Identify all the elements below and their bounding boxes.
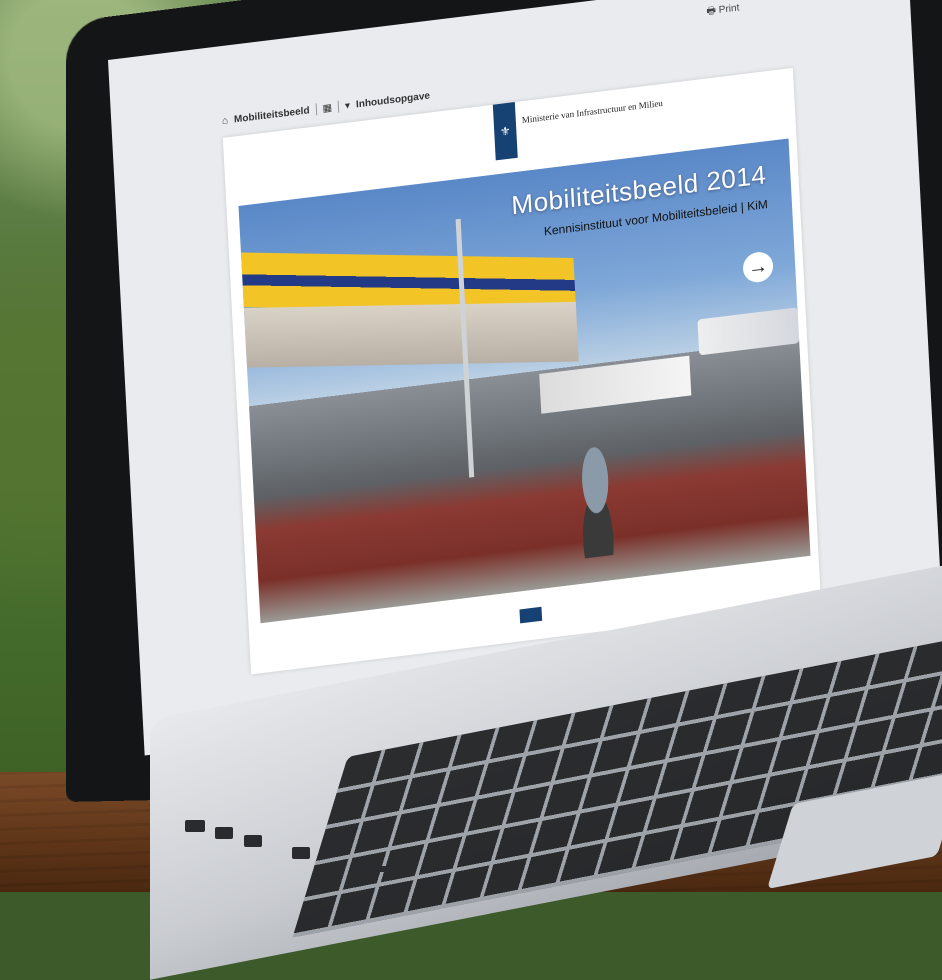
bus bbox=[697, 307, 800, 356]
ministry-name: Ministerie van Infrastructuur en Milieu bbox=[521, 97, 664, 126]
viaduct bbox=[243, 301, 579, 368]
divider bbox=[337, 100, 340, 113]
home-link[interactable]: Mobiliteitsbeeld bbox=[234, 105, 310, 125]
page-canvas: ⚜ Ministerie van Infrastructuur en Milie… bbox=[222, 67, 822, 675]
hero-image: Mobiliteitsbeeld 2014 Kennisinstituut vo… bbox=[238, 138, 811, 624]
rijksoverheid-logo: ⚜ bbox=[492, 102, 518, 161]
toc-link[interactable]: Inhoudsopgave bbox=[356, 90, 430, 110]
cyclist bbox=[563, 443, 630, 561]
chevron-down-icon: ▾ bbox=[344, 99, 351, 112]
hdmi-port bbox=[244, 835, 262, 847]
usb-port bbox=[185, 820, 205, 832]
sd-slot bbox=[355, 866, 395, 872]
print-button[interactable]: 🖶 Print bbox=[706, 1, 740, 22]
printer-icon: 🖶 bbox=[706, 5, 720, 18]
divider bbox=[315, 103, 317, 116]
usb-port bbox=[292, 847, 310, 859]
next-arrow-button[interactable]: → bbox=[742, 250, 774, 284]
usb-port bbox=[215, 827, 233, 839]
truck bbox=[539, 355, 692, 414]
arrow-right-icon: → bbox=[747, 254, 769, 279]
pager-indicator[interactable] bbox=[519, 606, 543, 624]
home-icon: ⌂ bbox=[221, 114, 229, 127]
grid-icon[interactable]: ▦ bbox=[322, 102, 332, 114]
